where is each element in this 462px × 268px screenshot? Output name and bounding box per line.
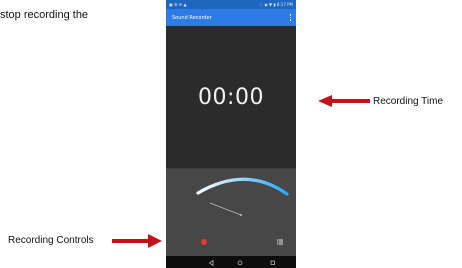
app-title: Sound Recorder [172,14,212,21]
app-bar: Sound Recorder [166,9,296,26]
level-meter [196,177,289,216]
status-bar: ▣ ⚙ ✉ ▲ ◌ ◉ ▼ ▮ 8:17 PM [166,0,296,9]
navigation-bar [166,256,296,268]
instruction-text: stop recording the [0,9,89,21]
recording-controls-label: Recording Controls [8,235,94,246]
recording-timer: 00:00 [198,85,264,110]
recording-controls-arrow [112,234,162,248]
home-icon[interactable] [237,260,243,266]
status-system-info: ◌ ◉ ▼ ▮ 8:17 PM [259,2,293,7]
status-notification-icons: ▣ ⚙ ✉ ▲ [169,2,187,7]
recordings-list-icon[interactable] [277,239,283,245]
overflow-menu-icon[interactable] [289,13,292,23]
record-button[interactable] [201,239,207,245]
nav-buttons [208,259,275,267]
recording-time-label: Recording Time [373,96,444,107]
recording-time-area: 00:00 [166,26,296,168]
manual-page: stop recording the ▣ ⚙ ✉ ▲ ◌ ◉ ▼ ▮ 8:17 … [0,0,462,268]
meter-needle-pivot [240,214,242,216]
meter-needle [209,202,242,216]
recording-controls-area [166,169,296,256]
recent-apps-icon[interactable] [270,260,275,265]
recording-time-arrow [318,95,370,107]
phone-screenshot: ▣ ⚙ ✉ ▲ ◌ ◉ ▼ ▮ 8:17 PM Sound Recorder 0… [166,0,296,268]
meter-arc [196,177,289,196]
back-icon[interactable] [208,259,214,267]
